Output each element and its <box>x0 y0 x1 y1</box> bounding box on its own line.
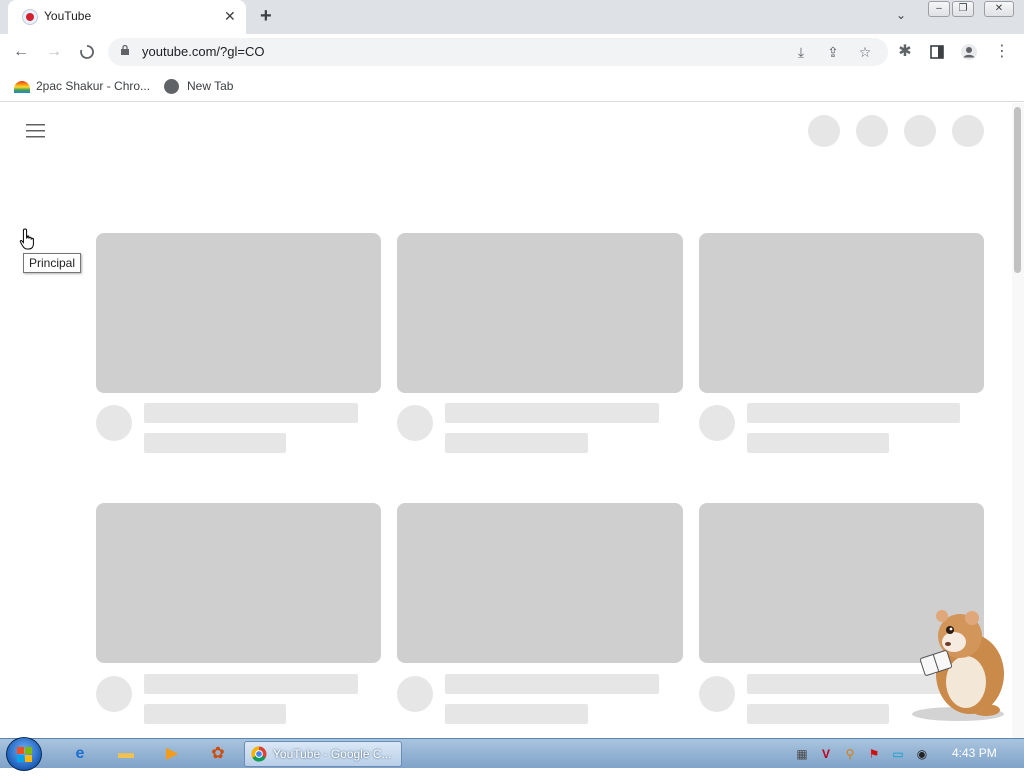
tab-search-button[interactable]: ⌄ <box>896 8 906 22</box>
meta-line-placeholder <box>747 433 889 453</box>
side-panel-icon[interactable] <box>926 41 948 63</box>
youtube-page <box>0 103 1012 739</box>
globe-icon <box>164 79 179 95</box>
chrome-icon <box>251 746 267 762</box>
channel-avatar-placeholder <box>699 676 735 712</box>
profile-icon[interactable] <box>958 41 980 63</box>
browser-tab[interactable]: YouTube ✕ <box>8 0 246 34</box>
rainbow-folder-icon <box>14 80 30 93</box>
start-button[interactable] <box>6 737 42 771</box>
address-bar[interactable]: youtube.com/?gl=CO ⤓ ⇪ ☆ <box>108 38 888 66</box>
flag-tray-icon[interactable]: ⚑ <box>866 746 882 762</box>
meta-line-placeholder <box>445 704 588 724</box>
meta-line-placeholder <box>144 704 286 724</box>
bookmark-item[interactable]: 2pac Shakur - Chro... <box>14 76 150 96</box>
chrome-taskbar-button[interactable]: YouTube - Google C... <box>244 741 402 767</box>
minimize-button[interactable]: – <box>928 1 950 17</box>
title-line-placeholder <box>144 403 358 423</box>
meta-line-placeholder <box>445 433 588 453</box>
internet-explorer-icon[interactable]: e <box>62 742 98 766</box>
video-thumbnail-placeholder <box>397 503 683 663</box>
title-line-placeholder <box>144 674 358 694</box>
title-line-placeholder <box>747 403 960 423</box>
tooltip: Principal <box>23 253 82 273</box>
header-placeholder-circle <box>952 115 984 147</box>
install-app-icon[interactable]: ⤓ <box>791 42 811 62</box>
channel-avatar-placeholder <box>96 676 132 712</box>
display-tray-icon[interactable]: ▭ <box>890 746 906 762</box>
channel-avatar-placeholder <box>397 405 433 441</box>
volume-tray-icon[interactable]: ◉ <box>914 746 930 762</box>
chrome-task-label: YouTube - Google C... <box>273 747 392 761</box>
restore-button[interactable]: ❐ <box>952 1 974 17</box>
channel-avatar-placeholder <box>699 405 735 441</box>
hamster-desktop-widget <box>912 610 1004 721</box>
header-placeholder-circle <box>808 115 840 147</box>
title-line-placeholder <box>445 403 659 423</box>
media-player-icon[interactable]: ▶ <box>154 742 190 766</box>
url-text[interactable]: youtube.com/?gl=CO <box>142 44 264 59</box>
video-thumbnail-placeholder <box>699 233 984 393</box>
back-icon[interactable]: ← <box>10 41 32 63</box>
new-tab-button[interactable]: + <box>260 6 272 26</box>
video-thumbnail-placeholder <box>96 233 381 393</box>
extensions-icon[interactable]: ✱ <box>894 41 916 63</box>
meta-line-placeholder <box>144 433 286 453</box>
tab-strip: YouTube ✕ + ⌄ – ❐ ✕ <box>0 0 1024 34</box>
bookmark-label: 2pac Shakur - Chro... <box>36 79 151 93</box>
bookmark-item[interactable]: New Tab <box>164 76 233 96</box>
network-tray-icon[interactable]: ▦ <box>794 746 810 762</box>
share-icon[interactable]: ⇪ <box>823 42 843 62</box>
page-scrollbar[interactable] <box>1012 103 1024 739</box>
channel-avatar-placeholder <box>397 676 433 712</box>
hamburger-menu-icon[interactable] <box>26 123 46 139</box>
menu-kebab-icon[interactable]: ⋮ <box>991 41 1013 63</box>
tab-title: YouTube <box>44 9 92 23</box>
channel-avatar-placeholder <box>96 405 132 441</box>
tab-close-icon[interactable]: ✕ <box>224 8 236 24</box>
file-explorer-icon[interactable]: ▬ <box>108 742 144 766</box>
paint-app-icon[interactable]: ✿ <box>200 742 236 766</box>
loading-spinner-icon[interactable] <box>76 41 98 63</box>
meta-line-placeholder <box>747 704 889 724</box>
windows-taskbar: e ▬ ▶ ✿ YouTube - Google C... ▦ V ⚲ ⚑ ▭ … <box>0 737 1024 771</box>
system-clock: 4:43 PM <box>952 746 997 760</box>
search-tray-icon[interactable]: ⚲ <box>842 746 858 762</box>
hand-cursor-icon <box>19 228 34 250</box>
bookmark-star-icon[interactable]: ☆ <box>855 42 875 62</box>
video-thumbnail-placeholder <box>397 233 683 393</box>
header-placeholder-circle <box>856 115 888 147</box>
header-placeholder-circle <box>904 115 936 147</box>
video-thumbnail-placeholder <box>96 503 381 663</box>
scrollbar-thumb[interactable] <box>1014 107 1021 273</box>
antivirus-tray-icon[interactable]: V <box>818 746 834 762</box>
lock-icon <box>121 45 129 55</box>
youtube-favicon-icon <box>22 9 38 25</box>
close-window-button[interactable]: ✕ <box>984 1 1014 17</box>
bookmark-label: New Tab <box>187 79 234 93</box>
bookmarks-bar: 2pac Shakur - Chro... New Tab <box>0 70 1024 102</box>
title-line-placeholder <box>445 674 659 694</box>
forward-icon[interactable]: → <box>43 41 65 63</box>
